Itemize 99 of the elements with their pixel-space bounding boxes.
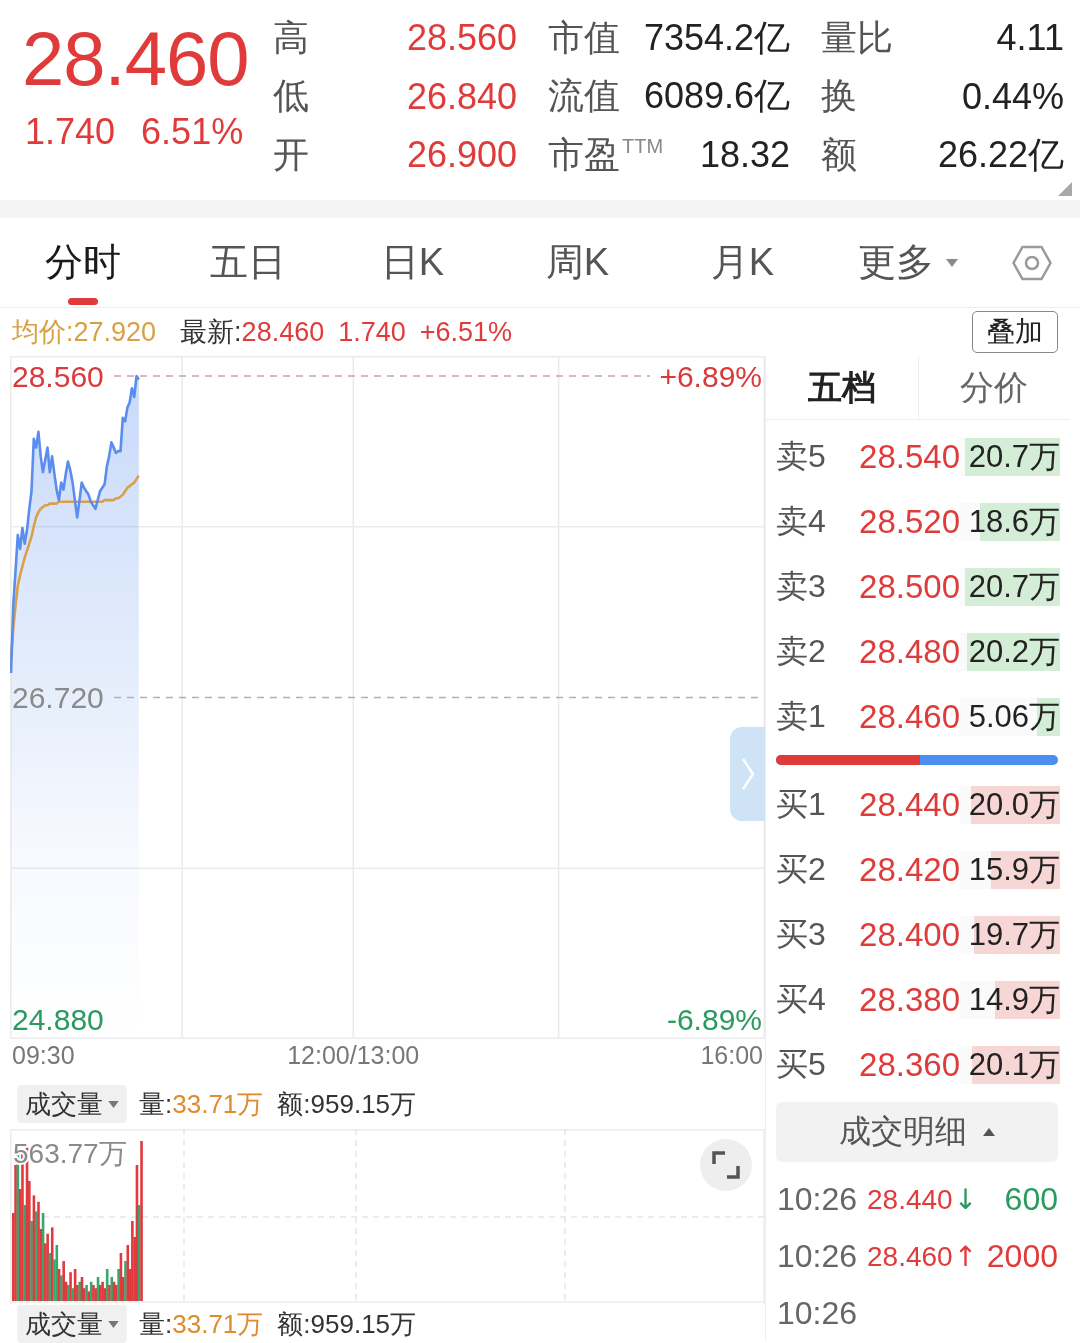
price-change: 1.740 xyxy=(25,112,116,152)
caret-down-icon xyxy=(108,1100,119,1108)
order-price: 28.460 xyxy=(858,697,960,736)
stat-label: 量比 xyxy=(821,15,893,60)
percent-axis-label: +6.89% xyxy=(659,359,762,393)
latest-price: 28.460 xyxy=(241,316,325,348)
price-axis-label: 28.560 xyxy=(12,359,104,393)
fullscreen-icon[interactable] xyxy=(700,1139,752,1191)
order-volume: 20.7万 xyxy=(968,437,1060,476)
stat-value: 7354.2亿 xyxy=(643,15,790,60)
stat-label: 高 xyxy=(273,15,309,60)
order-volume: 15.9万 xyxy=(968,850,1060,889)
order-level-label: 买5 xyxy=(776,1044,827,1084)
volume-label: 量: xyxy=(139,1307,173,1341)
caret-down-icon xyxy=(108,1320,119,1328)
indicator-dropdown[interactable]: 成交量 xyxy=(17,1085,127,1123)
price-axis-label: 24.880 xyxy=(12,1002,104,1036)
stat-value: 6089.6亿 xyxy=(643,74,790,119)
order-level-label: 卖2 xyxy=(776,631,827,671)
order-volume: 14.9万 xyxy=(968,980,1060,1019)
order-volume: 5.06万 xyxy=(968,697,1060,736)
latest-percent: +6.51% xyxy=(419,316,513,348)
chart-tab[interactable]: 月K xyxy=(660,218,825,307)
stat-value: 4.11 xyxy=(996,17,1064,60)
settings-icon[interactable] xyxy=(1012,244,1052,281)
trade-time: 10:26 xyxy=(777,1238,859,1275)
order-price: 28.400 xyxy=(858,915,960,954)
caret-down-icon xyxy=(945,258,958,267)
stat-value: 0.44% xyxy=(961,75,1064,118)
stat-value: 18.32 xyxy=(699,134,790,177)
order-price: 28.540 xyxy=(858,437,960,476)
stat-label: 换 xyxy=(821,74,857,119)
order-volume: 18.6万 xyxy=(968,502,1060,541)
order-price: 28.380 xyxy=(858,980,960,1019)
stat-value: 28.560 xyxy=(406,17,517,60)
average-price-label: 均价:27.920 xyxy=(12,316,157,349)
trade-time: 10:26 xyxy=(777,1181,859,1218)
trade-direction-arrow: ↓ xyxy=(953,1183,978,1216)
order-volume: 20.2万 xyxy=(968,632,1060,671)
trade-details-button[interactable]: 成交明细 xyxy=(776,1102,1058,1162)
chart-tab[interactable]: 周K xyxy=(495,218,660,307)
order-book-tab[interactable]: 五档 xyxy=(766,356,919,419)
stat-label: 开 xyxy=(273,132,309,177)
trade-price: 28.460 xyxy=(867,1240,953,1273)
order-level-label: 买1 xyxy=(776,784,827,824)
volume-label: 量: xyxy=(139,1087,173,1121)
chart-tab[interactable]: 更多 xyxy=(825,218,990,307)
order-volume: 20.0万 xyxy=(968,785,1060,824)
stat-label: 流值 xyxy=(548,74,620,119)
order-level-label: 买3 xyxy=(776,914,827,954)
latest-change: 1.740 xyxy=(338,316,406,348)
chart-tab[interactable]: 日K xyxy=(330,218,495,307)
order-level-label: 卖5 xyxy=(776,436,827,476)
order-level-label: 卖4 xyxy=(776,501,827,541)
percent-change: 6.51% xyxy=(141,112,244,152)
chart-tab[interactable]: 分时 xyxy=(0,218,165,307)
trade-time: 10:26 xyxy=(777,1295,859,1332)
order-book-tab[interactable]: 分价 xyxy=(918,356,1070,419)
volume-value: 33.71万 xyxy=(172,1307,264,1341)
trade-direction-arrow: ↑ xyxy=(953,1240,978,1273)
volume-value: 33.71万 xyxy=(172,1087,264,1121)
order-price: 28.420 xyxy=(858,850,960,889)
caret-up-icon xyxy=(983,1128,995,1136)
stat-label: 市盈$^{TTM}$ xyxy=(548,132,664,177)
indicator-dropdown[interactable]: 成交量 xyxy=(17,1305,127,1343)
order-level-label: 卖3 xyxy=(776,566,827,606)
time-axis-label: 16:00 xyxy=(700,1041,763,1070)
order-volume: 20.1万 xyxy=(968,1045,1060,1084)
corner-triangle-icon xyxy=(1058,182,1072,196)
order-level-label: 买4 xyxy=(776,979,827,1019)
stat-label: 额 xyxy=(821,132,857,177)
price-axis-label: 26.720 xyxy=(12,681,104,714)
trade-volume: 2000 xyxy=(986,1238,1058,1275)
order-price: 28.360 xyxy=(858,1045,960,1084)
stat-value: 26.900 xyxy=(406,134,517,177)
order-level-label: 卖1 xyxy=(776,696,827,736)
stat-label: 市值 xyxy=(548,15,620,60)
latest-price-label: 最新: xyxy=(180,316,242,349)
stat-label: 低 xyxy=(273,74,309,119)
amount-label: 额:959.15万 xyxy=(277,1087,417,1121)
order-price: 28.480 xyxy=(858,632,960,671)
time-axis-label: 09:30 xyxy=(12,1041,75,1070)
trade-price: 28.440 xyxy=(867,1183,953,1216)
order-price: 28.520 xyxy=(858,502,960,541)
overlay-button[interactable]: 叠加 xyxy=(972,311,1058,353)
order-volume: 19.7万 xyxy=(968,915,1060,954)
amount-label: 额:959.15万 xyxy=(277,1307,417,1341)
current-price: 28.460 xyxy=(22,20,249,98)
stat-value: 26.840 xyxy=(406,75,517,118)
order-price: 28.500 xyxy=(858,567,960,606)
chart-tab[interactable]: 五日 xyxy=(165,218,330,307)
trade-volume: 600 xyxy=(1004,1181,1058,1218)
order-level-label: 买2 xyxy=(776,849,827,889)
stat-value: 26.22亿 xyxy=(937,132,1064,177)
order-price: 28.440 xyxy=(858,785,960,824)
percent-axis-label: -6.89% xyxy=(666,1002,762,1036)
time-axis-label: 12:00/13:00 xyxy=(287,1041,420,1070)
order-volume: 20.7万 xyxy=(968,567,1060,606)
chevron-right-icon xyxy=(740,757,755,791)
